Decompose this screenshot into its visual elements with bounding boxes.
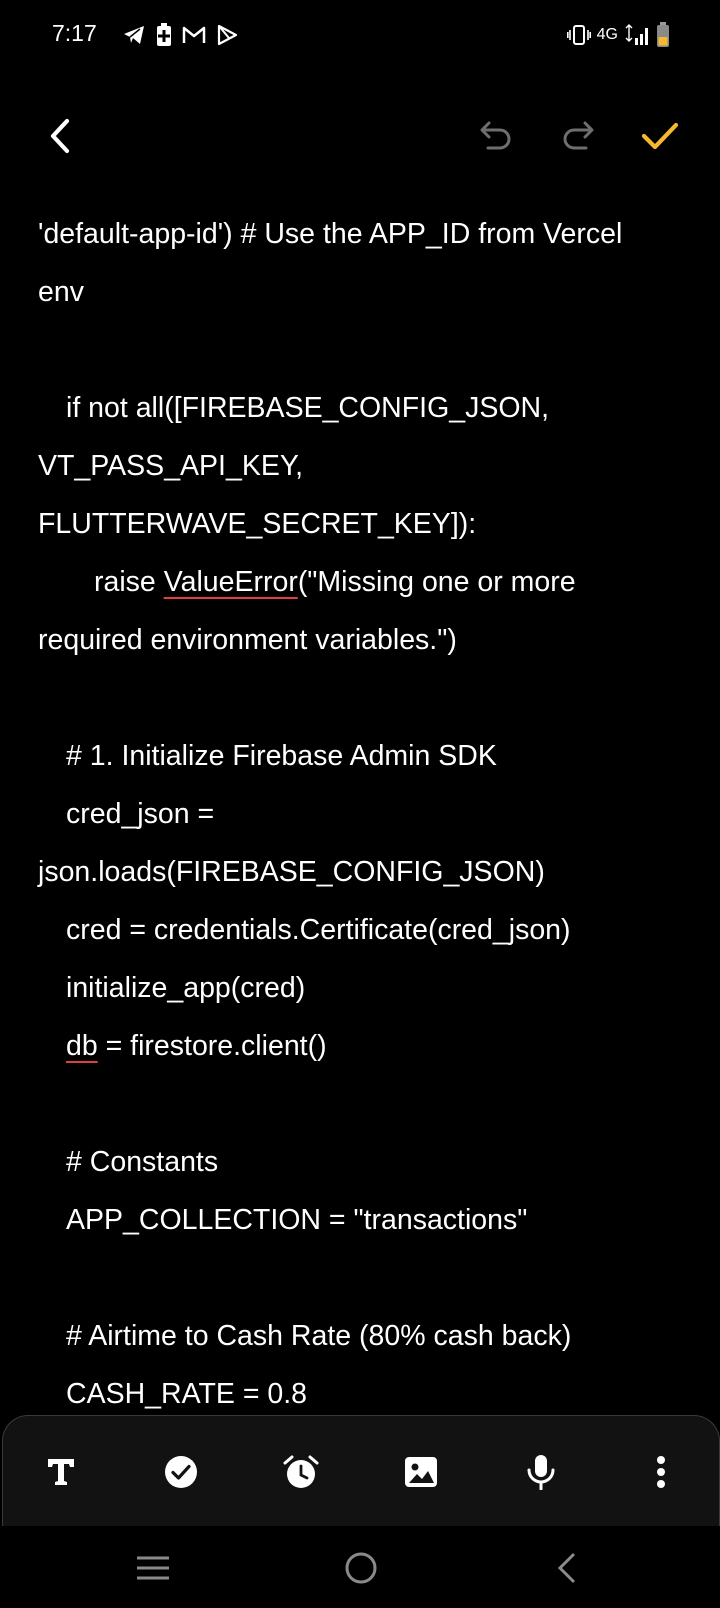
misspelled-word[interactable]: ValueError <box>164 566 298 598</box>
editor-line: 'default-app-id') # Use the APP_ID from … <box>38 218 623 250</box>
signal-icon <box>624 22 650 48</box>
network-type: 4G <box>596 26 618 43</box>
text-format-icon <box>48 1459 74 1485</box>
telegram-icon <box>122 22 146 48</box>
save-button[interactable] <box>632 108 688 164</box>
system-back-button[interactable] <box>532 1540 602 1596</box>
notes-editor-screen: 7:17 4G 'default-app-id') # Use the APP_… <box>0 0 720 1608</box>
voice-record-button[interactable] <box>513 1444 569 1500</box>
alarm-icon <box>283 1455 319 1488</box>
status-bar: 7:17 4G <box>0 0 720 70</box>
editor-line: json.loads(FIREBASE_CONFIG_JSON) <box>38 856 545 888</box>
undo-button[interactable] <box>470 108 522 164</box>
checkbox-icon <box>165 1456 197 1488</box>
editor-toolbar <box>0 100 720 176</box>
editor-line: FLUTTERWAVE_SECRET_KEY]): <box>38 508 477 540</box>
editor-line: VT_PASS_API_KEY, <box>38 450 304 482</box>
line-text: raise <box>94 566 164 598</box>
editor-line: if not all([FIREBASE_CONFIG_JSON, <box>66 392 550 424</box>
editor-line: initialize_app(cred) <box>66 972 306 1004</box>
system-navigation-bar <box>0 1528 720 1608</box>
battery-saver-icon <box>156 22 172 48</box>
line-text: = firestore.client() <box>97 1030 327 1062</box>
reminder-button[interactable] <box>273 1444 329 1500</box>
editor-line: # 1. Initialize Firebase Admin SDK <box>66 740 497 772</box>
editor-line: # Constants <box>66 1146 219 1178</box>
format-toolbar <box>2 1415 720 1526</box>
recent-apps-icon <box>137 1556 169 1580</box>
battery-icon <box>656 22 670 48</box>
vibrate-icon <box>566 22 591 48</box>
editor-line: CASH_RATE = 0.8 <box>66 1378 308 1410</box>
recent-apps-button[interactable] <box>118 1540 188 1596</box>
more-vertical-icon <box>657 1456 665 1488</box>
line-text: ("Missing one or more <box>297 566 576 598</box>
editor-line: cred_json = <box>66 798 215 830</box>
redo-button[interactable] <box>552 108 604 164</box>
editor-line: cred = credentials.Certificate(cred_json… <box>66 914 571 946</box>
play-icon <box>216 22 238 48</box>
chevron-left-icon <box>50 118 70 154</box>
microphone-icon <box>527 1455 555 1490</box>
notification-icons <box>122 22 238 48</box>
more-options-button[interactable] <box>633 1444 689 1500</box>
text-format-button[interactable] <box>33 1444 89 1500</box>
status-time: 7:17 <box>52 20 97 46</box>
system-icons: 4G <box>566 22 670 48</box>
editor-line: APP_COLLECTION = "transactions" <box>66 1204 528 1236</box>
editor-line: env <box>38 276 84 308</box>
back-icon <box>557 1552 576 1584</box>
editor-line: db = firestore.client() <box>66 1017 327 1075</box>
gmail-icon <box>182 22 206 48</box>
insert-image-button[interactable] <box>393 1444 449 1500</box>
redo-icon <box>563 121 594 150</box>
home-icon <box>345 1552 377 1584</box>
checklist-button[interactable] <box>153 1444 209 1500</box>
home-button[interactable] <box>326 1540 396 1596</box>
misspelled-word[interactable]: db <box>66 1030 98 1062</box>
editor-line: raise ValueError("Missing one or more <box>94 553 576 611</box>
editor-line: # Airtime to Cash Rate (80% cash back) <box>66 1320 572 1352</box>
back-button[interactable] <box>36 108 84 164</box>
check-icon <box>641 122 679 150</box>
undo-icon <box>480 121 511 150</box>
editor-line: required environment variables.") <box>38 624 457 656</box>
note-editor[interactable]: 'default-app-id') # Use the APP_ID from … <box>0 205 720 1415</box>
image-icon <box>405 1457 437 1487</box>
